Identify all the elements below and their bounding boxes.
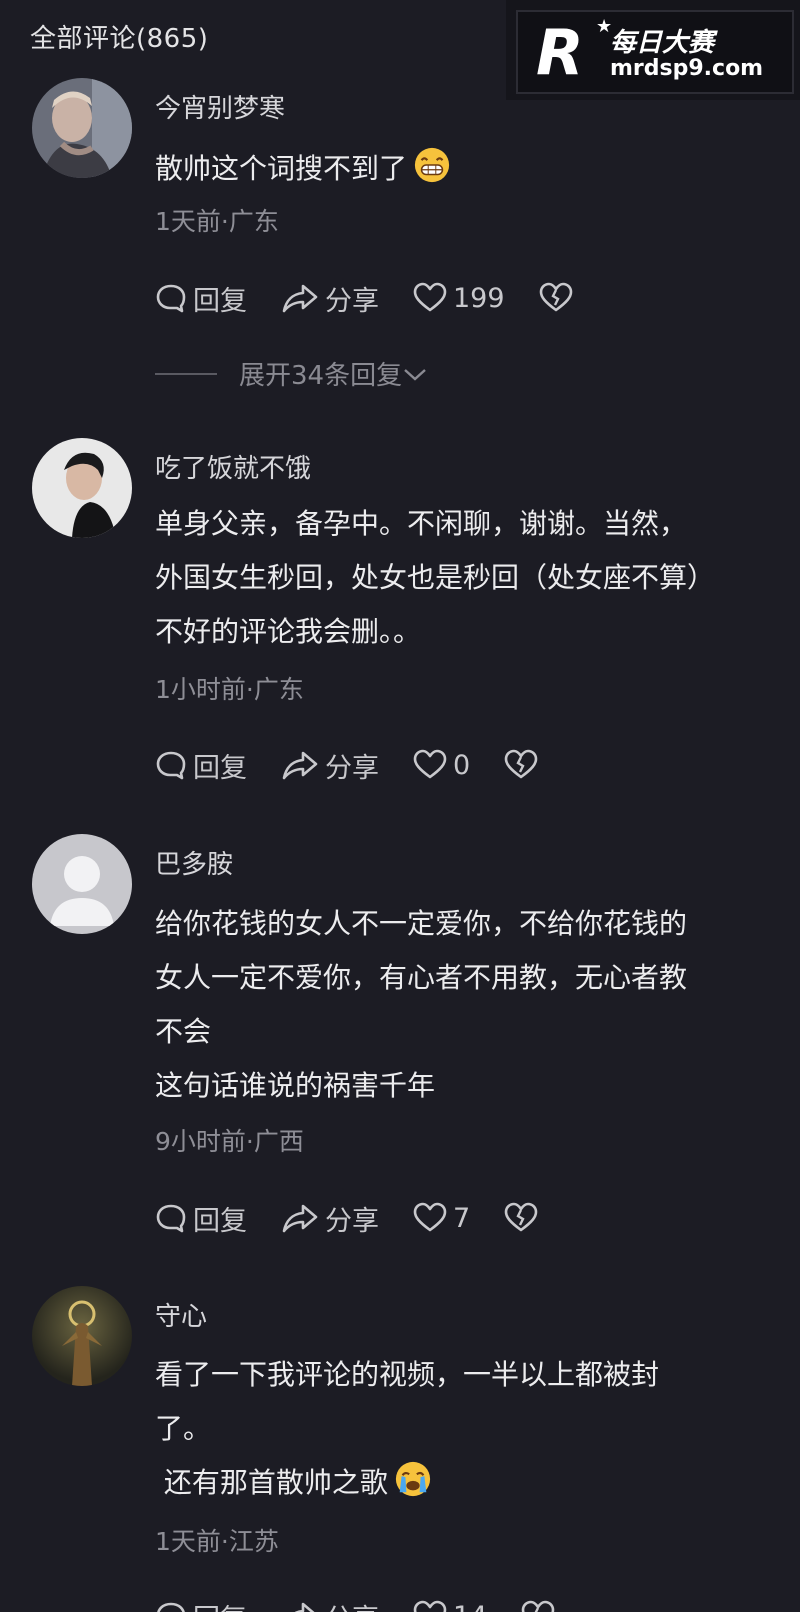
comment-meta: 1天前·广东 bbox=[155, 207, 279, 236]
comment-line: 散帅这个词搜不到了 bbox=[155, 152, 408, 185]
comment-line: 不好的评论我会删。。 bbox=[155, 615, 422, 648]
like-button[interactable]: 14 bbox=[413, 1600, 487, 1612]
like-count: 0 bbox=[453, 749, 471, 781]
heart-icon bbox=[413, 749, 447, 779]
share-label: 分享 bbox=[325, 285, 379, 317]
broken-heart-icon bbox=[539, 282, 572, 312]
like-button[interactable]: 199 bbox=[413, 282, 505, 314]
comment-line: 还有那首散帅之歌 bbox=[155, 1466, 388, 1499]
like-count: 7 bbox=[453, 1202, 471, 1234]
dislike-button[interactable] bbox=[521, 1600, 561, 1612]
reply-label: 回复 bbox=[193, 752, 247, 784]
comments-header: 全部评论(865) bbox=[30, 24, 209, 54]
share-icon bbox=[294, 1602, 315, 1612]
heart-icon bbox=[413, 282, 447, 312]
comment-line: 给你花钱的女人不一定爱你，不给你花钱的 bbox=[155, 907, 688, 940]
share-button[interactable]: 分享 bbox=[281, 279, 379, 318]
share-label: 分享 bbox=[325, 1205, 379, 1237]
dislike-button[interactable] bbox=[504, 749, 544, 781]
comment-text: 给你花钱的女人不一定爱你，不给你花钱的 女人一定不爱你，有心者不用教，无心者教 … bbox=[155, 897, 785, 1113]
avatar[interactable] bbox=[32, 1286, 132, 1386]
reply-button[interactable]: 回复 bbox=[155, 1199, 247, 1238]
divider-line bbox=[155, 372, 217, 375]
share-icon bbox=[282, 751, 318, 780]
broken-heart-icon bbox=[504, 1202, 538, 1232]
watermark-title: 每日大赛 bbox=[610, 28, 715, 58]
share-button[interactable]: 分享 bbox=[281, 746, 379, 785]
comment-line: 这句话谁说的祸害千年 bbox=[155, 1069, 436, 1102]
reply-button[interactable]: 回复 bbox=[155, 1597, 247, 1612]
share-button[interactable]: 分享 bbox=[281, 1199, 379, 1238]
comment-line: 外国女生秒回，处女也是秒回（处女座不算） bbox=[155, 561, 716, 594]
reply-label: 回复 bbox=[193, 285, 247, 317]
reply-icon bbox=[156, 751, 186, 780]
expand-replies-button[interactable]: 展开34条回复 bbox=[155, 355, 428, 392]
username[interactable]: 吃了饭就不饿 bbox=[155, 448, 311, 485]
username[interactable]: 守心 bbox=[155, 1296, 207, 1333]
comment-actions: 回复 分享 14 bbox=[155, 1596, 595, 1612]
reply-button[interactable]: 回复 bbox=[155, 746, 247, 785]
heart-icon bbox=[413, 1600, 447, 1612]
comment-actions: 回复 分享 7 bbox=[155, 1198, 578, 1238]
comment-line: 女人一定不爱你，有心者不用教，无心者教 bbox=[155, 961, 688, 994]
expand-label: 展开34条回复 bbox=[239, 361, 403, 391]
username[interactable]: 巴多胺 bbox=[155, 844, 233, 881]
like-button[interactable]: 7 bbox=[413, 1202, 470, 1234]
share-label: 分享 bbox=[325, 752, 379, 784]
watermark-r-icon: R bbox=[536, 16, 584, 89]
comment-line: 不会 bbox=[155, 1015, 212, 1048]
broken-heart-icon bbox=[522, 1600, 555, 1612]
crying-emoji-icon bbox=[395, 1461, 431, 1497]
dislike-button[interactable] bbox=[539, 282, 579, 314]
heart-icon bbox=[413, 1202, 447, 1232]
dislike-button[interactable] bbox=[504, 1202, 544, 1234]
avatar[interactable] bbox=[32, 438, 132, 538]
comment-text: 看了一下我评论的视频，一半以上都被封 了。 还有那首散帅之歌 bbox=[155, 1348, 785, 1510]
share-label: 分享 bbox=[325, 1597, 379, 1612]
comment-line: 了。 bbox=[155, 1412, 212, 1445]
comment-meta: 1天前·江苏 bbox=[155, 1527, 279, 1556]
reply-icon bbox=[156, 1204, 186, 1233]
comment-line: 看了一下我评论的视频，一半以上都被封 bbox=[155, 1358, 660, 1391]
reply-button[interactable]: 回复 bbox=[155, 279, 247, 318]
comment-meta: 9小时前·广西 bbox=[155, 1127, 304, 1156]
comment-line: 单身父亲，备孕中。不闲聊，谢谢。当然， bbox=[155, 507, 688, 540]
avatar[interactable] bbox=[32, 834, 132, 934]
username[interactable]: 今宵别梦寒 bbox=[155, 88, 285, 125]
comment-text: 散帅这个词搜不到了 bbox=[155, 142, 785, 196]
chevron-down-icon bbox=[404, 368, 426, 381]
reply-icon bbox=[156, 284, 186, 313]
comment-meta: 1小时前·广东 bbox=[155, 675, 304, 704]
like-count: 14 bbox=[453, 1601, 487, 1612]
reply-label: 回复 bbox=[193, 1205, 247, 1237]
share-button[interactable]: 分享 bbox=[281, 1597, 379, 1612]
comment-actions: 回复 分享 0 bbox=[155, 745, 578, 785]
reply-label: 回复 bbox=[193, 1597, 247, 1612]
comment-actions: 回复 分享 199 bbox=[155, 278, 613, 318]
reply-icon bbox=[157, 1602, 185, 1612]
broken-heart-icon bbox=[504, 749, 538, 779]
watermark-logo: R ★ 每日大赛 mrdsp9.com bbox=[506, 0, 800, 100]
grin-emoji-icon bbox=[414, 147, 450, 183]
avatar[interactable] bbox=[32, 78, 132, 178]
share-icon bbox=[282, 1204, 318, 1233]
watermark-url: mrdsp9.com bbox=[610, 56, 764, 81]
like-count: 199 bbox=[453, 282, 505, 314]
share-icon bbox=[282, 284, 318, 313]
like-button[interactable]: 0 bbox=[413, 749, 470, 781]
comment-text: 单身父亲，备孕中。不闲聊，谢谢。当然， 外国女生秒回，处女也是秒回（处女座不算）… bbox=[155, 497, 785, 659]
